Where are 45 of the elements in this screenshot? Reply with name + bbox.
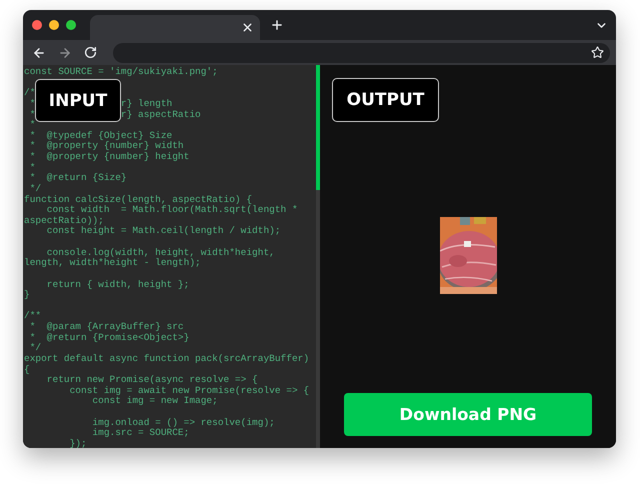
code-line: length, width*height - length); <box>23 258 202 269</box>
code-line: const img = await new Promise(resolve => { <box>68 386 310 396</box>
code-line: const img = new Image; <box>91 396 219 407</box>
code-line: /* <box>24 86 36 99</box>
zoom-window-button[interactable] <box>66 20 76 30</box>
code-line: } <box>23 290 31 301</box>
code-line: const height = Math.ceil(length / width); <box>46 226 282 237</box>
code-line: * <box>28 98 36 110</box>
code-line: export default async function pack(srcArrayBuffer) <box>23 354 310 364</box>
code-line: function calcSize(length, aspectRatio) { <box>23 194 254 205</box>
code-line: r} length <box>120 98 172 110</box>
reload-icon[interactable] <box>84 46 97 59</box>
code-line: */ <box>28 343 42 354</box>
code-editor[interactable] <box>23 65 316 448</box>
close-window-button[interactable] <box>32 20 42 30</box>
output-label: OUTPUT <box>332 78 439 122</box>
code-line: console.log(width, height, width*height, <box>46 246 276 258</box>
code-line: }); <box>68 438 88 448</box>
star-icon[interactable] <box>591 46 604 59</box>
code-line: * @return {Promise<Object>} <box>28 332 190 343</box>
code-line: * @property {number} height <box>28 152 190 163</box>
code-line: r} aspectRatio <box>120 110 201 120</box>
code-line: * @param {ArrayBuffer} src <box>28 322 185 333</box>
scrollbar[interactable] <box>316 65 320 448</box>
code-line: * @return {Size} <box>28 173 128 184</box>
close-icon[interactable] <box>241 21 254 34</box>
code-line: img.src = SOURCE; <box>91 428 190 439</box>
code-line: const SOURCE = 'img/sukiyaki.png'; <box>23 67 219 78</box>
code-line: * <box>28 162 36 173</box>
code-line: * <box>28 110 36 120</box>
download-button[interactable]: Download PNG <box>344 393 592 436</box>
code-line: aspectRatio)); <box>23 216 105 226</box>
minimize-window-button[interactable] <box>49 20 59 30</box>
code-line: * @typedef {Object} Size <box>28 130 174 141</box>
code-line: * @property {number} width <box>28 141 185 152</box>
plus-icon[interactable] <box>270 18 284 32</box>
code-line: img.onload = () => resolve(img); <box>91 416 276 428</box>
code-line: return { width, height }; <box>46 278 190 290</box>
input-label: INPUT <box>35 79 121 122</box>
code-line: /** <box>23 309 42 322</box>
code-line: */ <box>28 184 42 194</box>
code-line: const width = Math.floor(Math.sqrt(length * <box>46 205 299 216</box>
code-line: return new Promise(async resolve => { <box>46 375 259 386</box>
code-line: { <box>23 364 31 376</box>
code-line: * <box>28 120 36 131</box>
